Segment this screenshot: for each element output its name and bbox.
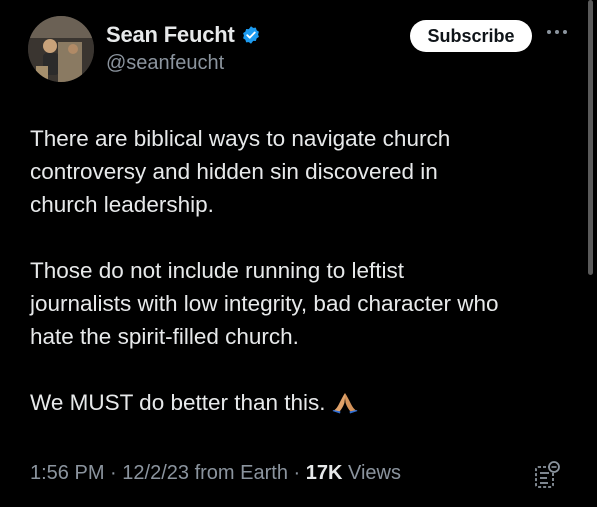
avatar[interactable] — [28, 16, 94, 82]
post-paragraph: There are biblical ways to navigate chur… — [30, 126, 451, 217]
post-paragraph-last: We MUST do better than this. — [30, 386, 575, 419]
post-paragraph-text: We MUST do better than this. — [30, 390, 326, 415]
post-source: from Earth — [194, 462, 288, 484]
post-meta: 1:56 PM · 12/2/23 from Earth · 17K Views — [30, 462, 401, 485]
post-date[interactable]: 12/2/23 — [122, 462, 189, 484]
verified-badge-icon — [241, 25, 261, 45]
author-name-row[interactable]: Sean Feucht — [106, 22, 261, 48]
meta-separator: · — [293, 462, 301, 484]
praying-hands-icon — [332, 390, 358, 414]
views-count: 17K — [305, 462, 343, 484]
post-time[interactable]: 1:56 PM — [30, 462, 104, 484]
notes-icon[interactable] — [534, 460, 562, 490]
scrollbar[interactable] — [588, 0, 593, 275]
more-dots-icon[interactable] — [544, 22, 570, 42]
post-paragraph: Those do not include running to leftist … — [30, 258, 499, 349]
meta-separator: · — [110, 462, 117, 484]
author-name[interactable]: Sean Feucht — [106, 22, 235, 48]
views-label: Views — [348, 462, 401, 484]
subscribe-button[interactable]: Subscribe — [410, 20, 532, 52]
author-handle[interactable]: @seanfeucht — [106, 52, 224, 75]
post-body: There are biblical ways to navigate chur… — [30, 122, 575, 452]
